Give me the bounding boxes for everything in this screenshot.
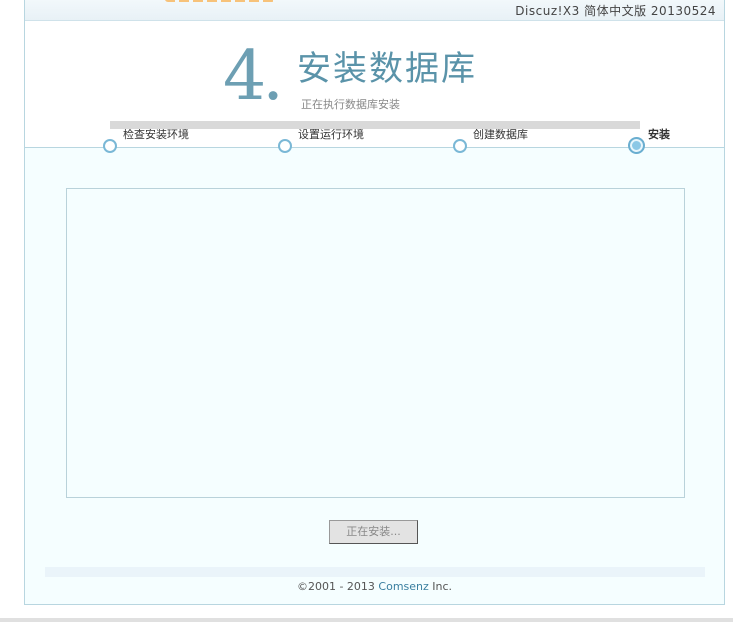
installer-frame: Discuz!X3 简体中文版 20130524 4. 安装数据库 正在执行数据…: [24, 0, 725, 605]
company-link[interactable]: Comsenz: [378, 580, 428, 593]
step-dot-current-icon: [628, 137, 645, 154]
bottom-divider: [0, 618, 733, 622]
footer-divider: [45, 567, 705, 577]
step-dot-icon: [103, 139, 117, 153]
discuz-logo: [47, 0, 139, 6]
logo-tagline: [165, 0, 275, 2]
copyright-text: ©2001 - 2013: [296, 580, 379, 593]
footer: ©2001 - 2013 Comsenz Inc.: [25, 580, 724, 593]
step-label-install: 安装: [648, 128, 670, 141]
install-log[interactable]: [66, 188, 685, 498]
installing-button[interactable]: 正在安装...: [329, 520, 418, 544]
step-number: 4.: [223, 37, 284, 116]
step-dot-icon: [278, 139, 292, 153]
copyright-suffix: Inc.: [428, 580, 453, 593]
version-label: Discuz!X3 简体中文版 20130524: [515, 4, 716, 18]
step-dot-icon: [453, 139, 467, 153]
page-title: 安装数据库: [297, 49, 477, 89]
header-bar: Discuz!X3 简体中文版 20130524: [25, 0, 724, 21]
progress-track: [110, 121, 640, 129]
page-subtitle: 正在执行数据库安装: [301, 98, 400, 111]
